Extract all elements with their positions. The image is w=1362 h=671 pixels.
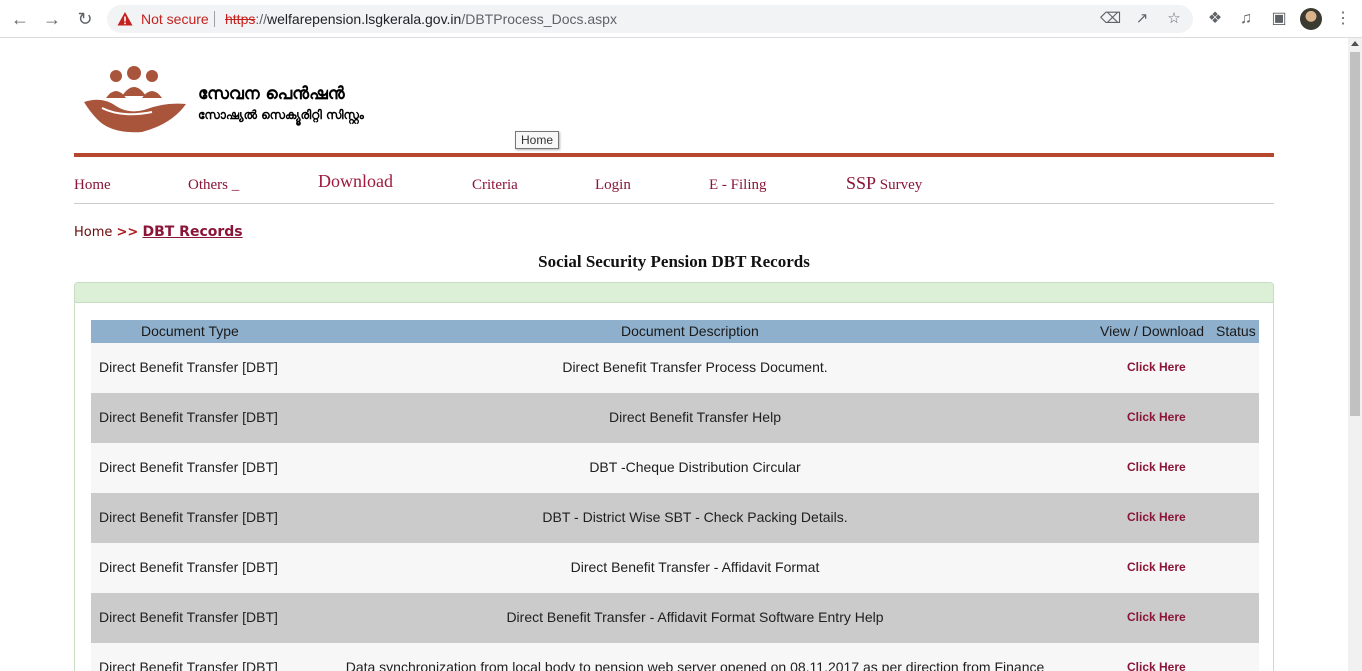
table-row: Direct Benefit Transfer [DBT] DBT -Chequ… [91,443,1259,493]
profile-avatar[interactable] [1300,8,1322,30]
click-here-link[interactable]: Click Here [1127,410,1186,424]
table-header: Document Type Document Description View … [91,320,1259,343]
back-icon[interactable]: ← [9,8,31,30]
page-scrollbar[interactable] [1348,38,1362,671]
scroll-up-arrow-icon[interactable] [1351,41,1359,46]
cell-document-description: Direct Benefit Transfer - Affidavit Form… [506,609,884,625]
warning-icon[interactable] [117,11,133,27]
header-divider [74,153,1274,157]
page-title: Social Security Pension DBT Records [538,252,810,271]
cell-document-description: Direct Benefit Transfer Process Document… [562,359,828,375]
cell-document-type: Direct Benefit Transfer [DBT] [99,459,278,475]
url-text[interactable]: https://welfarepension.lsgkerala.gov.in/… [225,11,617,27]
table-row: Direct Benefit Transfer [DBT] Direct Ben… [91,593,1259,643]
url-scheme-separator: :// [255,11,268,27]
menu-download[interactable]: Download [318,171,393,192]
url-host: welfarepension.lsgkerala.gov.in [267,11,462,27]
share-icon[interactable]: ↗ [1132,9,1152,29]
menu-ssp-survey[interactable]: SSP Survey [846,173,922,194]
click-here-link[interactable]: Click Here [1127,660,1186,671]
main-menu: Home Others _ Download Criteria Login E … [74,158,1274,204]
column-document-description: Document Description [621,323,759,339]
dbt-records-table: Document Type Document Description View … [91,320,1259,671]
menu-others[interactable]: Others _ [188,177,239,194]
cell-document-description: DBT - District Wise SBT - Check Packing … [542,509,848,525]
sevana-pension-logo-icon [84,66,186,133]
brand-title: സേവന പെൻഷൻ [198,84,345,104]
table-row: Direct Benefit Transfer [DBT] Direct Ben… [91,543,1259,593]
cell-document-description: Data synchronization from local body to … [345,659,1045,671]
divider [214,11,215,27]
table-row: Direct Benefit Transfer [DBT] Direct Ben… [91,393,1259,443]
cell-document-type: Direct Benefit Transfer [DBT] [99,359,278,375]
scrollbar-thumb[interactable] [1350,52,1360,416]
click-here-link[interactable]: Click Here [1127,460,1186,474]
panel-header [75,283,1273,303]
cell-document-description: Direct Benefit Transfer - Affidavit Form… [570,559,820,575]
breadcrumb-separator: >> [116,225,139,240]
click-here-link[interactable]: Click Here [1127,610,1186,624]
records-panel: Document Type Document Description View … [74,282,1274,671]
media-control-icon[interactable]: ♫ [1235,8,1257,30]
cell-document-description: DBT -Cheque Distribution Circular [589,459,801,475]
security-status[interactable]: Not secure [141,11,209,27]
click-here-link[interactable]: Click Here [1127,360,1186,374]
url-scheme: https [225,11,256,27]
breadcrumb-home[interactable]: Home [74,225,112,240]
cell-document-type: Direct Benefit Transfer [DBT] [99,409,278,425]
reload-icon[interactable]: ↻ [74,8,96,30]
menu-criteria[interactable]: Criteria [472,177,518,194]
menu-login[interactable]: Login [595,177,631,194]
menu-e-filing[interactable]: E - Filing [709,177,767,194]
column-view-download: View / Download [1100,323,1205,339]
address-bar[interactable]: Not secure https://welfarepension.lsgker… [107,5,1193,33]
page-content: സേവന പെൻഷൻ സോഷ്യൽ സെക്യൂരിറ്റി സിസ്റ്റം … [0,38,1348,671]
column-status: Status [1216,323,1256,339]
table-row: Direct Benefit Transfer [DBT] Direct Ben… [91,343,1259,393]
menu-ssp-label: SSP [846,173,877,193]
cell-document-type: Direct Benefit Transfer [DBT] [99,609,278,625]
cell-document-type: Direct Benefit Transfer [DBT] [99,559,278,575]
breadcrumb-current[interactable]: DBT Records [142,224,242,240]
click-here-link[interactable]: Click Here [1127,560,1186,574]
home-tooltip: Home [515,131,560,149]
menu-survey-label: Survey [879,177,923,193]
forward-icon[interactable]: → [41,8,63,30]
side-panel-icon[interactable]: ▣ [1268,8,1290,30]
url-path: /DBTProcess_Docs.aspx [461,11,617,27]
table-row: Direct Benefit Transfer [DBT] Data synch… [91,643,1259,671]
breadcrumb: Home >> DBT Records [74,224,243,240]
translate-icon[interactable]: ⌫ [1100,9,1121,29]
bookmark-star-icon[interactable]: ☆ [1164,9,1184,29]
click-here-link[interactable]: Click Here [1127,510,1186,524]
browser-toolbar: ← → ↻ Not secure https://welfarepension.… [0,0,1362,38]
column-document-type: Document Type [141,323,239,339]
brand-subtitle: സോഷ്യൽ സെക്യൂരിറ്റി സിസ്റ്റം [198,108,364,122]
cell-document-type: Direct Benefit Transfer [DBT] [99,659,278,671]
kebab-menu-icon[interactable]: ⋮ [1332,8,1354,30]
menu-home[interactable]: Home [74,177,111,194]
extensions-puzzle-icon[interactable]: ❖ [1204,8,1226,30]
table-row: Direct Benefit Transfer [DBT] DBT - Dist… [91,493,1259,543]
cell-document-type: Direct Benefit Transfer [DBT] [99,509,278,525]
cell-document-description: Direct Benefit Transfer Help [609,409,781,425]
